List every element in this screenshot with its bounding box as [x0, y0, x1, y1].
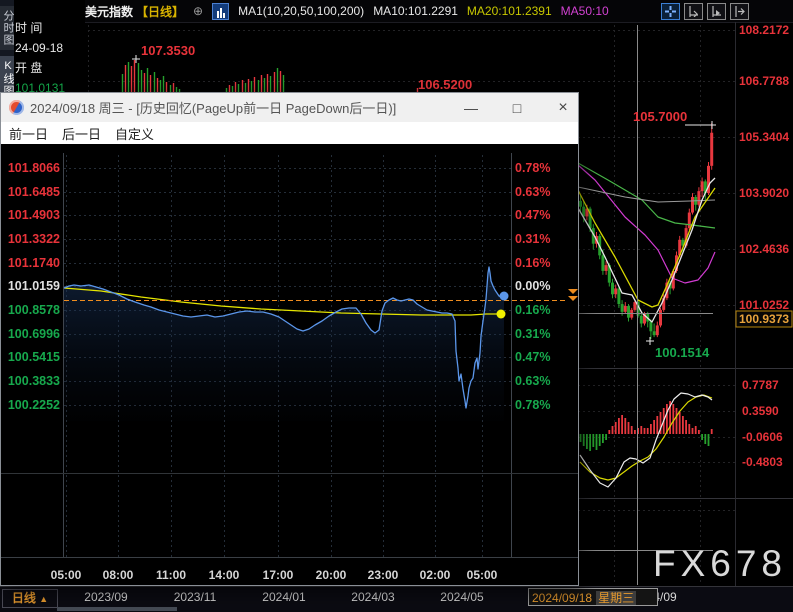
tooltip-weekday: 星期三 [596, 591, 636, 605]
close-button[interactable]: × [554, 99, 572, 117]
svg-text:101.6485: 101.6485 [8, 185, 60, 199]
quote-info: 时 间 24-09-18 开 盘 101.0131 [15, 18, 85, 98]
svg-text:02:00: 02:00 [420, 568, 451, 582]
svg-text:0.63%: 0.63% [515, 185, 550, 199]
date-label: 2023/11 [174, 590, 217, 604]
svg-text:101.4903: 101.4903 [8, 208, 60, 222]
svg-text:0.47%: 0.47% [515, 350, 550, 364]
svg-text:05:00: 05:00 [467, 568, 498, 582]
svg-text:-0.0606: -0.0606 [742, 430, 783, 444]
dialog-menubar: 前一日 后一日 自定义 [1, 122, 578, 144]
svg-text:105.7000: 105.7000 [633, 109, 687, 124]
horizontal-scrollbar-thumb[interactable] [57, 607, 177, 611]
svg-text:108.2172: 108.2172 [739, 23, 789, 37]
svg-text:101.0252: 101.0252 [739, 298, 789, 312]
bottom-date-bar: 日线 ▲ 2023/09 2023/11 2024/01 2024/03 2024/05… [0, 587, 793, 612]
dialog-title: 2024/09/18 周三 - [历史回忆(PageUp前一日 PageDown… [30, 98, 396, 117]
tab-fenshitu[interactable]: 分时图 [0, 6, 14, 50]
svg-text:105.3404: 105.3404 [739, 130, 789, 144]
svg-text:0.00%: 0.00% [515, 279, 550, 293]
svg-text:0.47%: 0.47% [515, 208, 550, 222]
svg-text:0.78%: 0.78% [515, 398, 550, 412]
current-date-tooltip: 2024/09/18 星期三 [528, 588, 658, 606]
svg-text:0.16%: 0.16% [515, 303, 550, 317]
app-window: 108.2172 106.7788 105.3404 103.9020 102.4636… [0, 0, 793, 612]
svg-text:0.3590: 0.3590 [742, 404, 779, 418]
svg-text:0.31%: 0.31% [515, 232, 550, 246]
date-label: 2024/05 [440, 590, 483, 604]
svg-text:101.8066: 101.8066 [8, 161, 60, 175]
field-open-label: 开 盘 [15, 58, 85, 78]
macd-subchart [580, 393, 712, 487]
date-label: 2023/09 [84, 590, 127, 604]
dialog-titlebar[interactable]: 2024/09/18 周三 - [历史回忆(PageUp前一日 PageDown… [1, 93, 578, 122]
svg-text:100.6996: 100.6996 [8, 327, 60, 341]
date-label: 2024/03 [351, 590, 394, 604]
svg-text:23:00: 23:00 [368, 568, 399, 582]
svg-text:0.31%: 0.31% [515, 327, 550, 341]
svg-text:103.9020: 103.9020 [739, 186, 789, 200]
svg-text:100.2252: 100.2252 [8, 398, 60, 412]
intraday-chart[interactable]: 101.8066 101.6485 101.4903 101.3322 101.1740… [1, 145, 578, 585]
minimize-button[interactable]: — [462, 100, 480, 116]
svg-text:100.8578: 100.8578 [8, 303, 60, 317]
svg-text:100.5415: 100.5415 [8, 350, 60, 364]
svg-text:17:00: 17:00 [263, 568, 294, 582]
svg-text:106.5200: 106.5200 [418, 77, 472, 92]
svg-text:20:00: 20:00 [316, 568, 347, 582]
svg-text:100.9373: 100.9373 [739, 312, 789, 326]
svg-text:106.7788: 106.7788 [739, 74, 789, 88]
svg-text:107.3530: 107.3530 [141, 43, 195, 58]
svg-text:0.78%: 0.78% [515, 161, 550, 175]
svg-text:11:00: 11:00 [156, 568, 186, 582]
menu-next-day[interactable]: 后一日 [62, 124, 101, 143]
date-label: 2024/01 [262, 590, 305, 604]
svg-text:101.0159: 101.0159 [8, 279, 60, 293]
period-text: 日线 [12, 591, 36, 605]
maximize-button[interactable]: □ [508, 100, 526, 116]
svg-text:08:00: 08:00 [103, 568, 134, 582]
menu-prev-day[interactable]: 前一日 [9, 124, 48, 143]
menu-custom[interactable]: 自定义 [115, 124, 154, 143]
svg-text:-0.4803: -0.4803 [742, 455, 783, 469]
field-time-value: 24-09-18 [15, 38, 85, 58]
svg-text:100.1514: 100.1514 [655, 345, 710, 360]
period-arrow-icon: ▲ [39, 594, 48, 604]
svg-text:0.63%: 0.63% [515, 374, 550, 388]
svg-text:100.3833: 100.3833 [8, 374, 60, 388]
svg-text:14:00: 14:00 [209, 568, 240, 582]
field-time-label: 时 间 [15, 18, 85, 38]
svg-text:0.7787: 0.7787 [742, 378, 779, 392]
svg-text:0.16%: 0.16% [515, 256, 550, 270]
history-replay-dialog: 2024/09/18 周三 - [历史回忆(PageUp前一日 PageDown… [0, 92, 579, 586]
svg-text:05:00: 05:00 [51, 568, 82, 582]
tooltip-date: 2024/09/18 [532, 591, 592, 605]
svg-text:101.1740: 101.1740 [8, 256, 60, 270]
svg-text:101.3322: 101.3322 [8, 232, 60, 246]
fx678-watermark: FX678 [653, 543, 787, 585]
svg-text:102.4636: 102.4636 [739, 242, 789, 256]
dialog-app-icon [9, 100, 24, 115]
dialog-window-buttons: — □ × [462, 93, 572, 122]
period-selector[interactable]: 日线 ▲ [2, 589, 58, 608]
